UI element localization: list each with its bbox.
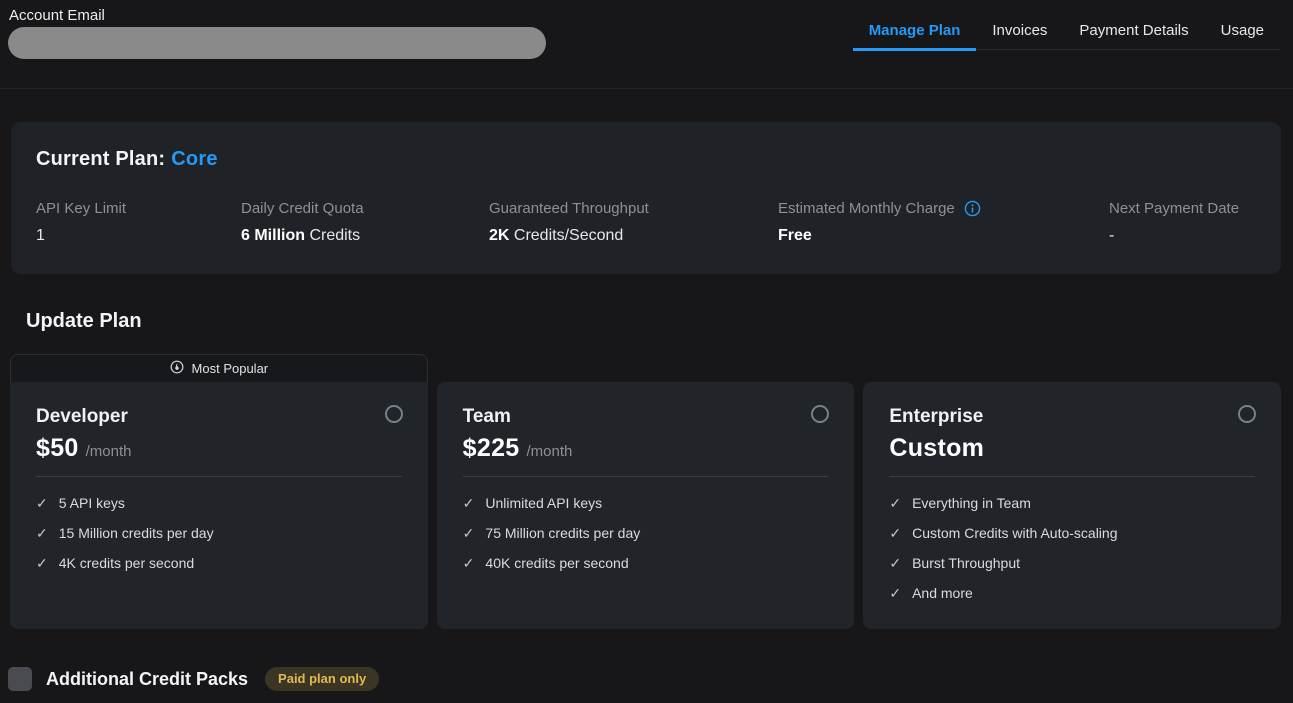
account-email-input[interactable] xyxy=(8,27,546,59)
plan-options: Most Popular Developer $50 /month 5 API … xyxy=(10,354,1281,629)
tab-invoices[interactable]: Invoices xyxy=(976,0,1063,51)
list-item: 15 Million credits per day xyxy=(36,518,402,548)
check-icon xyxy=(36,526,48,540)
list-item: 40K credits per second xyxy=(463,548,829,578)
list-item: Custom Credits with Auto-scaling xyxy=(889,518,1255,548)
plan-card-team: Team $225 /month Unlimited API keys 75 M… xyxy=(437,354,855,629)
current-plan-title-prefix: Current Plan: xyxy=(36,148,165,170)
feature-list: Everything in Team Custom Credits with A… xyxy=(889,488,1255,608)
check-icon xyxy=(463,496,475,510)
stat-next-payment-date: Next Payment Date - xyxy=(1109,200,1256,245)
feature-list: 5 API keys 15 Million credits per day 4K… xyxy=(36,488,402,578)
list-item: And more xyxy=(889,578,1255,608)
radio-button-developer[interactable] xyxy=(385,405,403,423)
check-icon xyxy=(889,496,901,510)
billing-tabs: Manage Plan Invoices Payment Details Usa… xyxy=(853,0,1280,50)
radio-button-enterprise[interactable] xyxy=(1238,405,1256,423)
divider xyxy=(463,476,829,477)
flame-icon xyxy=(170,360,184,377)
divider xyxy=(36,476,402,477)
check-icon xyxy=(889,556,901,570)
update-plan-heading: Update Plan xyxy=(26,310,1293,333)
stat-estimated-monthly-charge: Estimated Monthly Charge Free xyxy=(778,200,1109,245)
most-popular-banner: Most Popular xyxy=(10,354,428,382)
current-plan-name: Core xyxy=(171,148,217,170)
check-icon xyxy=(889,526,901,540)
check-icon xyxy=(36,496,48,510)
tab-manage-plan[interactable]: Manage Plan xyxy=(853,0,977,51)
check-icon xyxy=(889,586,901,600)
list-item: 4K credits per second xyxy=(36,548,402,578)
info-icon[interactable] xyxy=(964,200,981,217)
plan-name: Team xyxy=(463,406,829,428)
stat-daily-credit-quota: Daily Credit Quota 6 Million Credits xyxy=(241,200,489,245)
list-item: Everything in Team xyxy=(889,488,1255,518)
plan-developer-body[interactable]: Developer $50 /month 5 API keys 15 Milli… xyxy=(10,382,428,629)
stat-guaranteed-throughput: Guaranteed Throughput 2K Credits/Second xyxy=(489,200,778,245)
current-plan-title: Current Plan: Core xyxy=(36,148,1256,171)
credit-packs-label: Additional Credit Packs xyxy=(46,669,248,690)
credit-packs-checkbox[interactable] xyxy=(8,667,32,691)
plan-name: Enterprise xyxy=(889,406,1255,428)
plan-period: /month xyxy=(527,443,573,460)
plan-card-enterprise: Enterprise Custom Everything in Team Cus… xyxy=(863,354,1281,629)
list-item: Unlimited API keys xyxy=(463,488,829,518)
current-plan-stats: API Key Limit 1 Daily Credit Quota 6 Mil… xyxy=(36,200,1256,245)
plan-card-developer: Most Popular Developer $50 /month 5 API … xyxy=(10,354,428,629)
account-email-label: Account Email xyxy=(9,7,105,24)
stat-api-key-limit: API Key Limit 1 xyxy=(36,200,241,245)
current-plan-card: Current Plan: Core API Key Limit 1 Daily … xyxy=(11,122,1281,274)
paid-plan-only-badge: Paid plan only xyxy=(265,667,379,691)
tab-payment-details[interactable]: Payment Details xyxy=(1063,0,1204,51)
check-icon xyxy=(36,556,48,570)
divider xyxy=(889,476,1255,477)
plan-price: $225 xyxy=(463,434,520,463)
plan-period: /month xyxy=(86,443,132,460)
list-item: Burst Throughput xyxy=(889,548,1255,578)
plan-name: Developer xyxy=(36,406,402,428)
list-item: 75 Million credits per day xyxy=(463,518,829,548)
additional-credit-packs-row: Additional Credit Packs Paid plan only xyxy=(8,667,1293,691)
plan-price: Custom xyxy=(889,434,984,463)
plan-team-body[interactable]: Team $225 /month Unlimited API keys 75 M… xyxy=(437,382,855,629)
feature-list: Unlimited API keys 75 Million credits pe… xyxy=(463,488,829,578)
check-icon xyxy=(463,556,475,570)
list-item: 5 API keys xyxy=(36,488,402,518)
check-icon xyxy=(463,526,475,540)
tab-usage[interactable]: Usage xyxy=(1205,0,1280,51)
plan-enterprise-body[interactable]: Enterprise Custom Everything in Team Cus… xyxy=(863,382,1281,629)
most-popular-label: Most Popular xyxy=(192,361,269,376)
page-header: Account Email Manage Plan Invoices Payme… xyxy=(0,0,1293,89)
plan-price: $50 xyxy=(36,434,79,463)
